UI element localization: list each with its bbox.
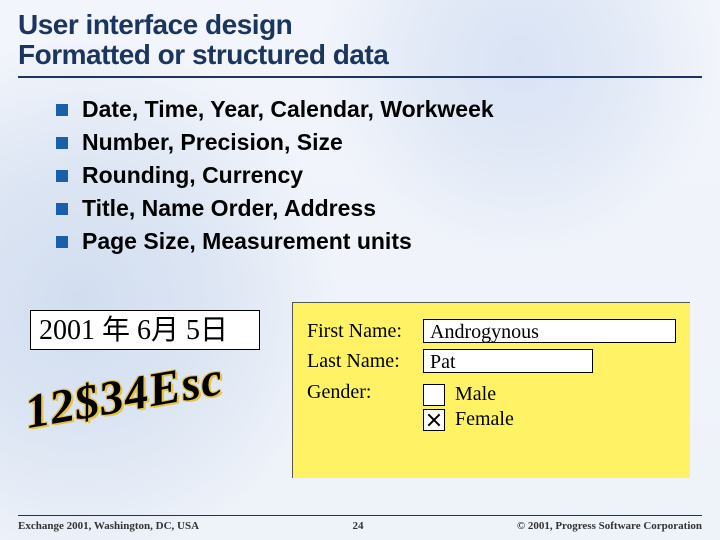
footer-rule	[18, 515, 702, 516]
gender-options: Male Female	[423, 381, 514, 433]
title-line-2: Formatted or structured data	[18, 40, 702, 70]
gender-row: Gender: Male Female	[307, 381, 676, 433]
list-item: Rounding, Currency	[56, 162, 720, 189]
bullet-text: Number, Precision, Size	[82, 129, 343, 156]
checkbox-checked-icon[interactable]	[423, 409, 445, 431]
bullet-square-icon	[56, 170, 68, 182]
male-label: Male	[455, 383, 496, 406]
first-name-row: First Name: Androgynous	[307, 319, 676, 343]
checkbox-icon[interactable]	[423, 384, 445, 406]
last-name-row: Last Name: Pat	[307, 349, 676, 373]
page-number: 24	[352, 520, 363, 532]
examples-area: 2001 年 6月 5日 12$34Esc First Name: Androg…	[30, 308, 690, 478]
gender-option-female[interactable]: Female	[423, 408, 514, 431]
title-line-1: User interface design	[18, 10, 702, 40]
female-label: Female	[455, 408, 514, 431]
gender-option-male[interactable]: Male	[423, 383, 514, 406]
name-order-form: First Name: Androgynous Last Name: Pat G…	[292, 302, 690, 478]
bullet-square-icon	[56, 203, 68, 215]
footer-right: © 2001, Progress Software Corporation	[517, 520, 702, 532]
footer-left: Exchange 2001, Washington, DC, USA	[18, 520, 199, 532]
slide-title: User interface design Formatted or struc…	[0, 0, 720, 70]
list-item: Date, Time, Year, Calendar, Workweek	[56, 96, 720, 123]
bullet-square-icon	[56, 236, 68, 248]
list-item: Page Size, Measurement units	[56, 228, 720, 255]
slide-footer: Exchange 2001, Washington, DC, USA 24 © …	[0, 515, 720, 532]
first-name-label: First Name:	[307, 320, 423, 343]
first-name-field[interactable]: Androgynous	[423, 319, 676, 343]
last-name-field[interactable]: Pat	[423, 349, 593, 373]
bullet-list: Date, Time, Year, Calendar, Workweek Num…	[56, 96, 720, 255]
bullet-square-icon	[56, 137, 68, 149]
list-item: Number, Precision, Size	[56, 129, 720, 156]
currency-escudo-example: 12$34Esc	[21, 351, 228, 440]
bullet-text: Page Size, Measurement units	[82, 228, 412, 255]
title-rule	[18, 76, 702, 78]
bullet-text: Title, Name Order, Address	[82, 195, 376, 222]
date-example-box: 2001 年 6月 5日	[30, 310, 260, 350]
bullet-square-icon	[56, 104, 68, 116]
gender-label: Gender:	[307, 381, 423, 404]
bullet-text: Rounding, Currency	[82, 162, 303, 189]
last-name-label: Last Name:	[307, 350, 423, 373]
list-item: Title, Name Order, Address	[56, 195, 720, 222]
bullet-text: Date, Time, Year, Calendar, Workweek	[82, 96, 494, 123]
